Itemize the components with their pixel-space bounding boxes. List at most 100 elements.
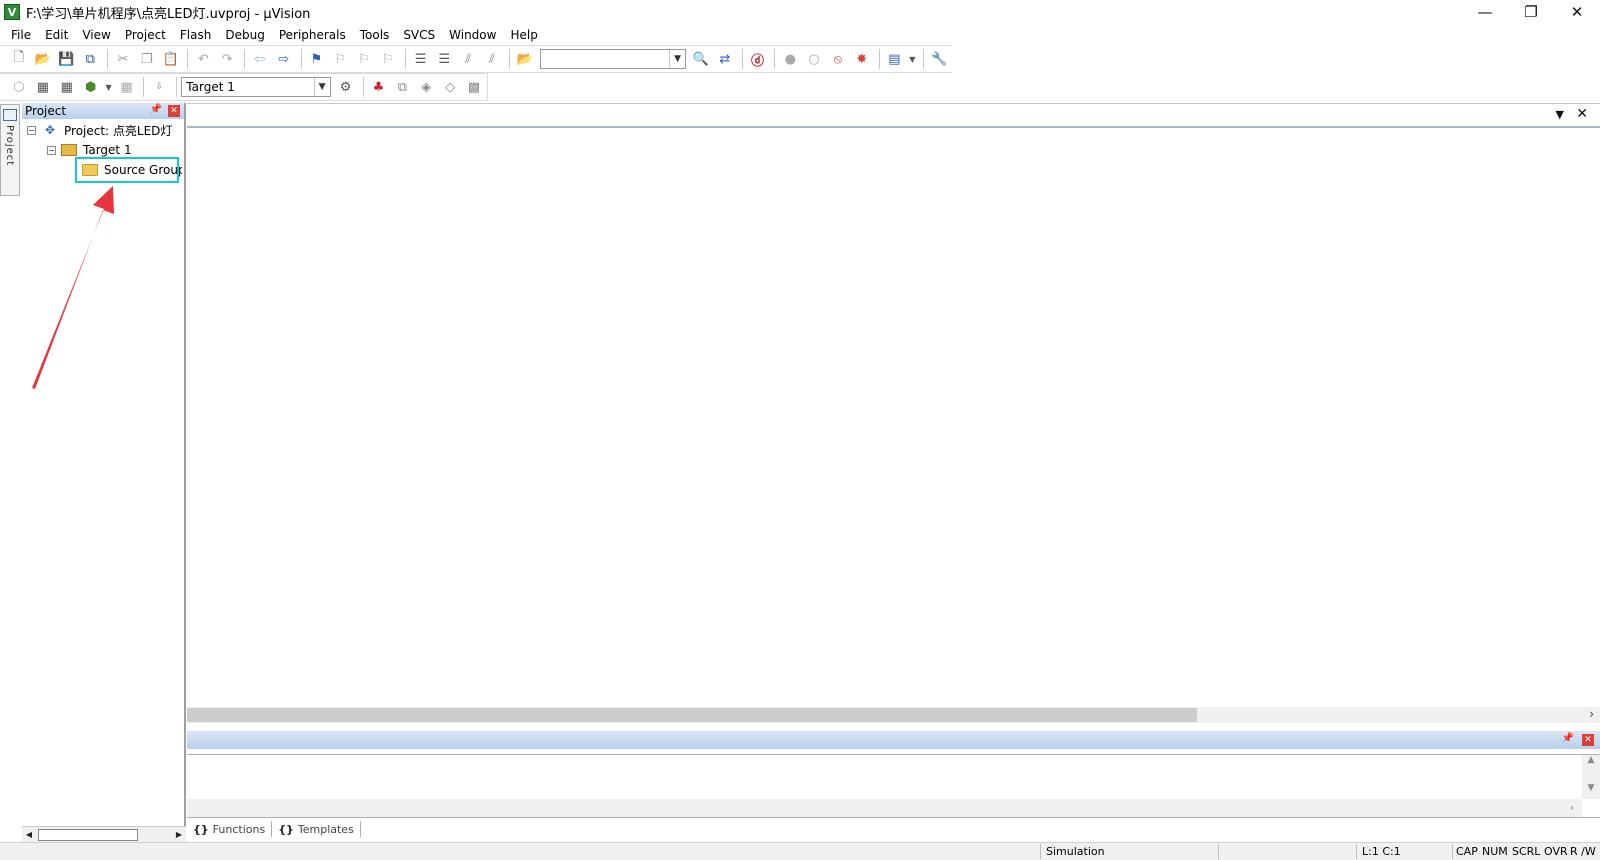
tree-node-project[interactable]: − ✥ Project: 点亮LED灯 bbox=[27, 121, 172, 139]
scroll-down-icon[interactable]: ▼ bbox=[1582, 783, 1600, 793]
bottom-tab-strip: {} Functions {} Templates bbox=[187, 819, 1600, 839]
tab-functions-label: Functions bbox=[212, 822, 266, 836]
project-hscrollbar[interactable]: ◀ ▶ bbox=[22, 826, 186, 842]
cut-icon[interactable]: ✂ bbox=[112, 48, 134, 70]
batch-build-icon[interactable]: ⬢ bbox=[80, 76, 102, 98]
find-in-files-icon[interactable]: 📂 bbox=[514, 48, 536, 70]
manage-run-time-icon[interactable]: ◈ bbox=[415, 76, 437, 98]
save-all-icon[interactable]: ⧉ bbox=[79, 48, 101, 70]
menu-flash[interactable]: Flash bbox=[173, 25, 218, 45]
window-layout-icon[interactable]: ▤ bbox=[884, 48, 906, 70]
output-hscrollbar[interactable]: › bbox=[187, 799, 1582, 817]
find-icon[interactable]: 🔍 bbox=[690, 48, 712, 70]
scroll-up-icon[interactable]: ▲ bbox=[1582, 755, 1600, 765]
editor-area[interactable]: ▼ ✕ bbox=[187, 103, 1600, 725]
menu-project[interactable]: Project bbox=[118, 25, 173, 45]
configure-wrench-icon[interactable]: 🔧 bbox=[928, 48, 950, 70]
menu-help[interactable]: Help bbox=[503, 25, 544, 45]
bookmark-toggle-icon[interactable]: ⚑ bbox=[306, 48, 328, 70]
navigate-forward-icon[interactable]: ⇨ bbox=[273, 48, 295, 70]
target-options-icon[interactable]: ⚙ bbox=[335, 76, 357, 98]
incremental-find-icon[interactable]: ⇄ bbox=[714, 48, 736, 70]
bookmark-prev-icon[interactable]: ⚐ bbox=[329, 48, 351, 70]
tab-templates[interactable]: {} Templates bbox=[272, 821, 361, 837]
open-file-icon[interactable]: 📂 bbox=[32, 48, 54, 70]
bookmark-next-icon[interactable]: ⚐ bbox=[353, 48, 375, 70]
insert-breakpoint-icon[interactable]: ● bbox=[779, 48, 801, 70]
redo-icon[interactable]: ↷ bbox=[216, 48, 238, 70]
scroll-right-icon[interactable]: › bbox=[1589, 707, 1594, 721]
minimize-button[interactable]: — bbox=[1462, 0, 1508, 24]
scroll-right-icon[interactable]: › bbox=[1570, 801, 1574, 814]
find-combo[interactable]: ▼ bbox=[539, 49, 687, 69]
file-extensions-icon[interactable]: ♣ bbox=[368, 76, 390, 98]
comment-icon[interactable]: ⫽ bbox=[457, 48, 479, 70]
pin-icon[interactable]: 📌 bbox=[150, 104, 162, 115]
chevron-down-icon[interactable]: ▼ bbox=[907, 48, 917, 70]
undo-icon[interactable]: ↶ bbox=[192, 48, 214, 70]
menu-tools[interactable]: Tools bbox=[353, 25, 397, 45]
scroll-thumb[interactable] bbox=[187, 708, 1197, 722]
close-icon[interactable]: ✕ bbox=[168, 105, 180, 117]
pack-installer-icon[interactable]: ▩ bbox=[463, 76, 485, 98]
save-icon[interactable]: 💾 bbox=[56, 48, 78, 70]
bookmark-clear-icon[interactable]: ⚐ bbox=[377, 48, 399, 70]
menu-view[interactable]: View bbox=[75, 25, 117, 45]
kill-breakpoints-icon[interactable]: ✸ bbox=[851, 48, 873, 70]
stop-build-icon[interactable]: ▦ bbox=[116, 76, 138, 98]
copy-icon[interactable]: ❐ bbox=[136, 48, 158, 70]
chevron-down-icon[interactable]: ▼ bbox=[104, 76, 114, 98]
restore-button[interactable]: ❐ bbox=[1508, 0, 1554, 24]
new-file-icon[interactable]: 🗋 bbox=[8, 48, 30, 70]
target-select[interactable]: Target 1 ▼ bbox=[181, 77, 331, 97]
collapse-toggle-icon[interactable]: − bbox=[27, 125, 36, 135]
navigate-back-icon[interactable]: ⇦ bbox=[249, 48, 271, 70]
file-toolbar: 🗋 📂 💾 ⧉ ✂ ❐ 📋 ↶ ↷ ⇦ ⇨ ⚑ ⚐ ⚐ ⚐ ☰ ☰ ⫽ ⫽ 📂 … bbox=[0, 45, 952, 73]
menu-svcs[interactable]: SVCS bbox=[396, 25, 442, 45]
menu-file[interactable]: File bbox=[4, 25, 38, 45]
collapse-toggle-icon[interactable]: − bbox=[47, 145, 56, 155]
start-debug-icon[interactable]: ⓓ bbox=[747, 48, 769, 70]
menu-peripherals[interactable]: Peripherals bbox=[272, 25, 353, 45]
status-cap: CAP bbox=[1456, 845, 1478, 858]
highlight-annotation-box bbox=[75, 157, 179, 183]
build-toolbar: ⬡ ▦ ▦ ⬢ ▼ ▦ ⇩ Target 1 ▼ ⚙ ♣ ⧉ ◈ ◇ ▩ bbox=[0, 73, 488, 101]
build-icon[interactable]: ▦ bbox=[32, 76, 54, 98]
rebuild-icon[interactable]: ▦ bbox=[56, 76, 78, 98]
select-packs-icon[interactable]: ◇ bbox=[439, 76, 461, 98]
indent-icon[interactable]: ☰ bbox=[410, 48, 432, 70]
unindent-icon[interactable]: ☰ bbox=[433, 48, 455, 70]
status-separator bbox=[1356, 844, 1357, 859]
toolbar-separator bbox=[107, 49, 109, 69]
scroll-right-icon[interactable]: ▶ bbox=[172, 828, 186, 842]
tab-functions[interactable]: {} Functions bbox=[187, 821, 273, 837]
editor-hscrollbar[interactable]: › bbox=[187, 707, 1600, 723]
close-icon[interactable]: ✕ bbox=[1582, 734, 1594, 746]
toolbar-separator bbox=[187, 49, 189, 69]
chevron-down-icon[interactable]: ▼ bbox=[669, 50, 685, 68]
editor-tab-list-icon[interactable]: ▼ bbox=[1556, 108, 1564, 121]
close-window-button[interactable]: ✕ bbox=[1554, 0, 1600, 24]
menu-edit[interactable]: Edit bbox=[38, 25, 75, 45]
tree-node-project-label: Project: 点亮LED灯 bbox=[64, 123, 173, 138]
project-icon: ✥ bbox=[44, 123, 56, 137]
download-load-icon[interactable]: ⇩ bbox=[148, 76, 170, 98]
build-output-body[interactable]: ▲ ▼ › bbox=[187, 754, 1600, 818]
editor-close-icon[interactable]: ✕ bbox=[1576, 106, 1588, 122]
menu-debug[interactable]: Debug bbox=[218, 25, 271, 45]
disable-breakpoints-icon[interactable]: ⦸ bbox=[827, 48, 849, 70]
translate-icon[interactable]: ⬡ bbox=[8, 76, 30, 98]
scroll-left-icon[interactable]: ◀ bbox=[22, 828, 36, 842]
pin-icon[interactable]: 📌 bbox=[1562, 733, 1574, 744]
uncomment-icon[interactable]: ⫽ bbox=[481, 48, 503, 70]
output-vscrollbar[interactable]: ▲ ▼ bbox=[1582, 755, 1600, 799]
manage-multi-project-icon[interactable]: ⧉ bbox=[391, 76, 413, 98]
menu-window[interactable]: Window bbox=[442, 25, 503, 45]
chevron-down-icon[interactable]: ▼ bbox=[313, 78, 330, 96]
enable-breakpoint-icon[interactable]: ○ bbox=[803, 48, 825, 70]
project-panel-title: Project bbox=[25, 104, 67, 118]
project-side-tab[interactable]: Project bbox=[0, 104, 20, 196]
paste-icon[interactable]: 📋 bbox=[160, 48, 182, 70]
toolbar-separator bbox=[244, 49, 245, 69]
scroll-thumb[interactable] bbox=[38, 828, 138, 841]
